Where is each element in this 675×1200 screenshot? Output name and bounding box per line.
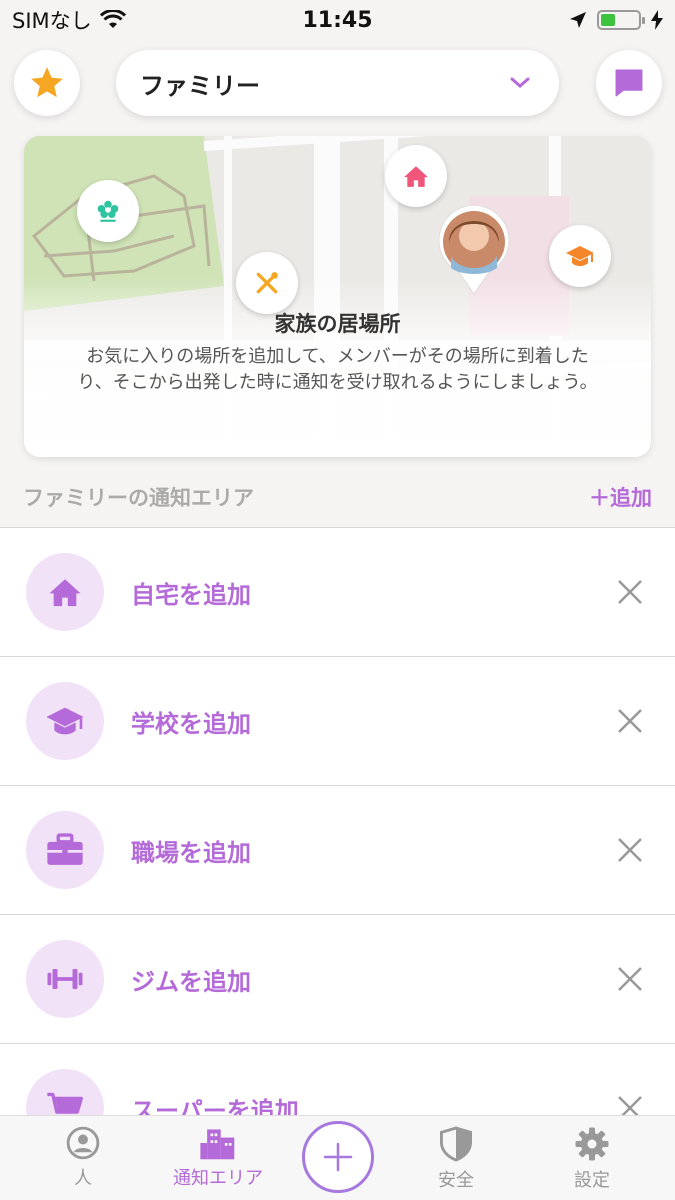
flower-pin (77, 180, 139, 242)
item-icon-circle (26, 682, 104, 760)
graduation-cap-icon (46, 707, 84, 735)
list-item-gym[interactable]: ジムを追加 (0, 915, 675, 1044)
chevron-down-icon (510, 77, 530, 88)
tab-label: 人 (74, 1168, 92, 1189)
star-icon (31, 67, 63, 98)
list-item-school[interactable]: 学校を追加 (0, 657, 675, 786)
school-pin (549, 225, 611, 287)
restaurant-pin (236, 252, 298, 314)
list-item-label: 職場を追加 (131, 838, 251, 867)
item-icon-circle (26, 811, 104, 889)
tab-label: 安全 (438, 1170, 474, 1191)
graduation-cap-icon (566, 246, 594, 266)
battery-level (601, 14, 616, 26)
chat-bubble-icon (615, 69, 643, 97)
dumbbell-icon (47, 969, 83, 989)
avatar (438, 206, 510, 295)
map-card-description: お気に入りの場所を追加して、メンバーがその場所に到着したり、そこから出発した時に… (77, 346, 598, 393)
tab-label: 通知エリア (173, 1168, 263, 1189)
list-item-supermarket[interactable]: スーパーを追加 (0, 1044, 675, 1115)
list-item-label: ジムを追加 (131, 967, 251, 996)
briefcase-icon (47, 833, 83, 865)
close-icon[interactable] (615, 964, 645, 994)
location-arrow-icon (570, 12, 586, 28)
list-item-home[interactable]: 自宅を追加 (0, 528, 675, 657)
gear-icon (575, 1127, 609, 1161)
section-title: ファミリーの通知エリア (23, 486, 254, 510)
places-list: 自宅を追加 学校を追加 職場を追加 ジムを追加 スーパーを追加 (0, 527, 675, 1115)
shopping-cart-icon (47, 1092, 83, 1114)
close-icon[interactable] (615, 706, 645, 736)
home-icon (49, 579, 81, 607)
tab-places[interactable]: 通知エリア (158, 1116, 278, 1200)
close-icon[interactable] (615, 577, 645, 607)
flower-icon (97, 200, 119, 222)
section-header: ファミリーの通知エリア ＋追加 (0, 468, 675, 526)
list-item-label: 学校を追加 (131, 709, 251, 738)
buildings-icon (200, 1129, 235, 1160)
list-item-work[interactable]: 職場を追加 (0, 786, 675, 915)
shield-icon (440, 1126, 472, 1162)
circle-selector[interactable]: ファミリー (116, 50, 559, 116)
item-icon-circle (26, 940, 104, 1018)
item-icon-circle (26, 1069, 104, 1115)
tab-settings[interactable]: 設定 (532, 1116, 652, 1200)
wifi-icon (99, 10, 126, 28)
map-card-title: 家族の居場所 (274, 312, 401, 336)
battery-icon (597, 10, 645, 30)
status-bar: SIMなし 11:45 (0, 0, 675, 40)
carrier-label: SIMなし (12, 9, 92, 33)
tab-safety[interactable]: 安全 (396, 1116, 516, 1200)
home-pin (385, 145, 447, 207)
add-button[interactable] (302, 1121, 374, 1193)
home-icon (404, 166, 428, 187)
plus-icon (323, 1142, 353, 1172)
fork-knife-icon (256, 272, 278, 294)
list-item-label: スーパーを追加 (131, 1096, 299, 1116)
close-icon[interactable] (615, 1093, 645, 1115)
add-place-link[interactable]: ＋追加 (589, 482, 652, 512)
tab-people[interactable]: 人 (23, 1116, 143, 1200)
charging-bolt-icon (651, 10, 663, 30)
item-icon-circle (26, 553, 104, 631)
favorite-button[interactable] (14, 50, 80, 116)
messages-button[interactable] (596, 50, 662, 116)
tab-label: 設定 (574, 1170, 610, 1191)
places-map-card[interactable]: 家族の居場所 お気に入りの場所を追加して、メンバーがその場所に到着したり、そこか… (24, 136, 651, 457)
close-icon[interactable] (615, 835, 645, 865)
person-icon (66, 1126, 100, 1160)
list-item-label: 自宅を追加 (131, 580, 251, 609)
circle-name-label: ファミリー (140, 71, 260, 100)
